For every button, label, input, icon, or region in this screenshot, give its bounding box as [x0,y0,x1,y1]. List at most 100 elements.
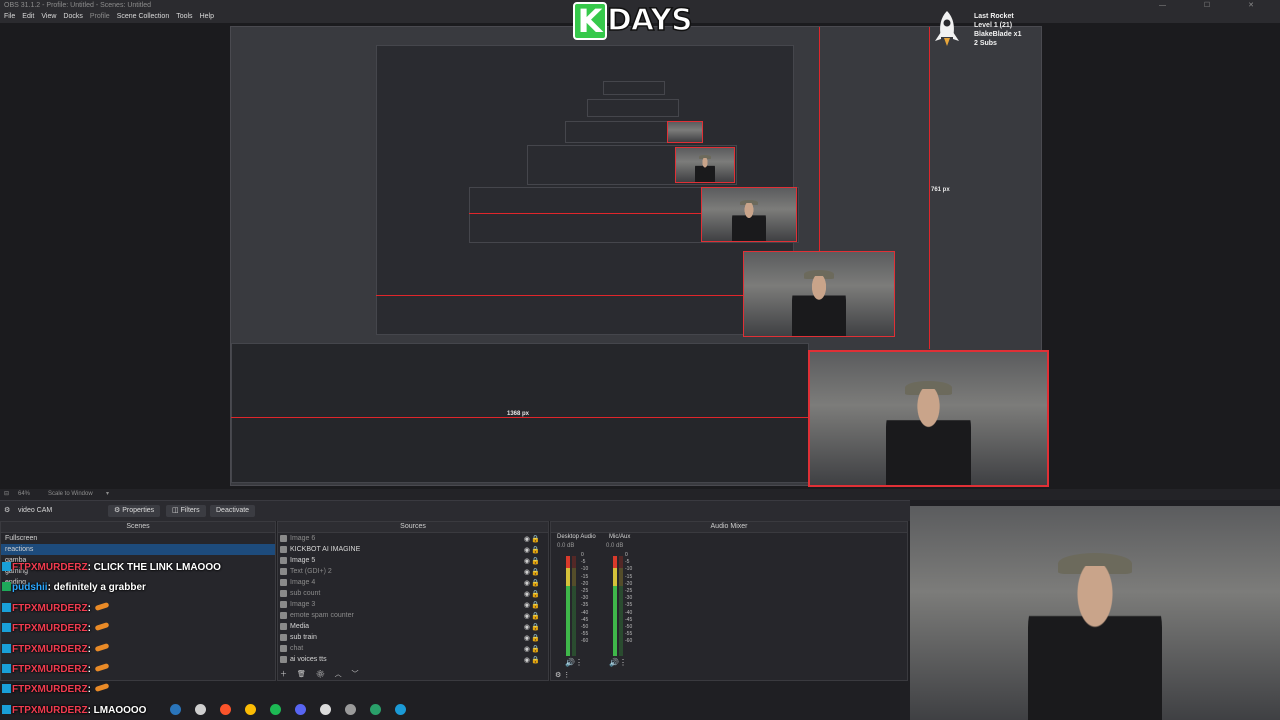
alert-line-2: Level 1 (21) [974,22,1013,29]
meter-tick: -10 [625,566,633,573]
chat-username: pudshii [12,582,48,594]
meter-tick: -20 [581,580,589,587]
source-type-icon [280,546,287,553]
scene-item[interactable]: Fullscreen [1,533,275,544]
mixer-settings-icon[interactable]: ⚙ ⋮ [555,671,570,679]
nested-webcam-1 [743,251,895,337]
source-item[interactable]: emote spam counter ◉ 🔒 [278,610,548,621]
chat-text: : CLICK THE LINK LMAOOO [87,562,221,573]
channel-1-name: Desktop Audio [557,534,596,540]
meter-tick: -30 [625,595,633,602]
mic-meter-r [619,556,623,656]
source-name: Image 6 [290,535,316,542]
window-controls[interactable]: — ☐ ✕ [1159,0,1272,11]
terminal-icon[interactable] [370,704,381,715]
discord-icon[interactable] [295,704,306,715]
window-title: OBS 31.1.2 - Profile: Untitled - Scenes:… [4,2,152,9]
meter-tick: -35 [625,602,633,609]
chat-message: FTPXMURDERZ: [2,620,110,638]
meter-tick: -50 [581,624,589,631]
source-name: sub count [290,590,321,597]
chevron-down-icon[interactable]: ▾ [106,489,109,500]
chat-text: : [87,664,91,675]
properties-label: Properties [122,507,155,514]
steam-icon[interactable] [170,704,181,715]
chat-username: FTPXMURDERZ [12,562,88,573]
meter-tick: -45 [581,616,589,623]
visibility-eye-icon[interactable]: ◉ [524,655,530,666]
horizontal-guide [231,417,809,418]
logo-days: DAYS [606,3,693,39]
spotify-icon[interactable] [270,704,281,715]
settings-icon[interactable] [195,704,206,715]
meter-tick: -15 [625,573,633,580]
nested-webcam-3 [675,147,735,183]
meter-tick: -35 [581,602,589,609]
chat-text: : definitely a grabber [47,582,146,594]
chat-username: FTPXMURDERZ [12,602,88,614]
menu-tools[interactable]: Tools [176,13,192,20]
brave-icon[interactable] [220,704,231,715]
chat-username: FTPXMURDERZ [12,664,88,675]
scale-select[interactable]: Scale to Window [48,489,93,500]
selected-webcam-source[interactable] [808,350,1049,487]
source-item[interactable]: Image 4 ◉ 🔒 [278,577,548,588]
filters-button[interactable]: ◫ Filters [166,505,206,517]
chat-message: FTPXMURDERZ: CLICK THE LINK LMAOOO [2,559,221,577]
carrot-emote-icon [94,622,110,632]
logo-k: K [573,2,607,40]
source-type-icon [280,656,287,663]
menu-file[interactable]: File [4,13,15,20]
current-scene-name: video CAM [18,507,53,514]
mic-ticks: 0 -5 -10 -15 -20 -25 -30 -35 -40 -45 -50 -55 -60 [625,552,632,646]
source-item[interactable]: chat ◉ 🔒 [278,643,548,654]
meter-tick: 0 [625,552,628,558]
source-item[interactable]: sub count ◉ 🔒 [278,588,548,599]
source-name: Image 4 [290,579,316,586]
taskbar [170,703,440,719]
zoom-icon[interactable]: ⊟ [4,489,9,500]
nested-obs-window-6 [603,81,665,95]
obs-icon[interactable] [345,704,356,715]
source-item[interactable]: KICKBOT AI IMAGINE ◉ 🔒 [278,544,548,555]
source-item[interactable]: Image 5 ◉ 🔒 [278,555,548,566]
source-name: emote spam counter [290,612,354,619]
source-type-icon [280,623,287,630]
chrome-icon[interactable] [245,704,256,715]
deactivate-button[interactable]: Deactivate [210,505,256,517]
source-name: Image 5 [290,557,316,564]
steam2-icon[interactable] [395,704,406,715]
mic-speaker-icon[interactable]: 🔊⋮ [609,658,627,667]
menu-view[interactable]: View [41,13,56,20]
chat-username: FTPXMURDERZ [12,643,88,655]
meter-tick: -25 [581,588,589,595]
properties-button[interactable]: ⚙ Properties [108,505,161,517]
menu-profile[interactable]: Profile [90,13,110,20]
source-item[interactable]: Image 6 ◉ 🔒 [278,533,548,544]
menu-docks[interactable]: Docks [63,13,82,20]
source-type-icon [280,535,287,542]
menu-scene-collection[interactable]: Scene Collection [117,13,170,20]
source-item[interactable]: ai voices tts ◉ 🔒 [278,654,548,665]
desktop-audio-speaker-icon[interactable]: 🔊⋮ [565,658,583,667]
chat-badge-icon [2,623,11,633]
source-item[interactable]: Media ◉ 🔒 [278,621,548,632]
source-item[interactable]: Text (GDI+) 2 ◉ 🔒 [278,566,548,577]
source-item[interactable]: sub train ◉ 🔒 [278,632,548,643]
sources-toolbar[interactable]: ＋ 🗑 ⚙ ︿ ﹀ [280,669,363,679]
mic-meter-l [613,556,617,656]
notes-icon[interactable] [320,704,331,715]
scene-item[interactable]: reactions [1,544,275,555]
meter-tick: -50 [625,624,633,631]
source-item[interactable]: Image 3 ◉ 🔒 [278,599,548,610]
nested-webcam-4 [667,121,703,143]
lock-icon[interactable]: 🔒 [531,655,540,666]
menu-help[interactable]: Help [200,13,214,20]
audio-mixer-panel: Audio Mixer Desktop Audio 0.0 dB Mic/Aux… [550,521,908,681]
chat-message: FTPXMURDERZ: [2,681,110,699]
chat-username: FTPXMURDERZ [12,684,88,696]
chat-badge-icon [2,704,11,714]
nested-obs-window-5 [587,99,679,117]
desktop-audio-meter-r [572,556,576,656]
menu-edit[interactable]: Edit [22,13,34,20]
